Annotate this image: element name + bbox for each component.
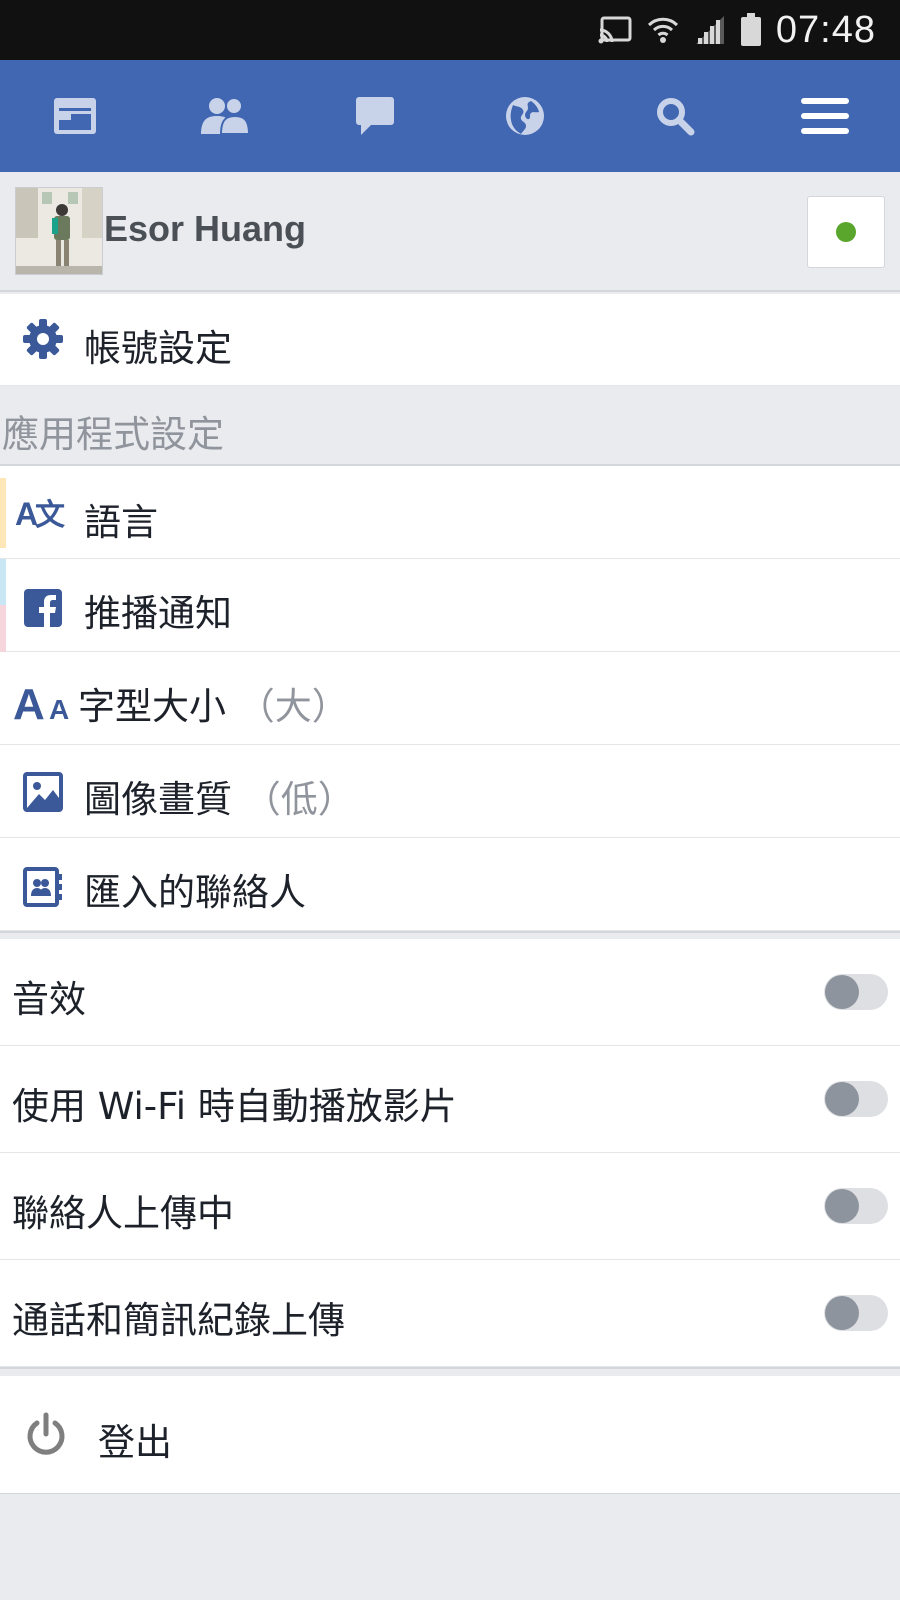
imported-contacts-item[interactable]: 匯入的聯絡人 (0, 838, 900, 931)
image-icon (14, 763, 72, 821)
accent-strip (0, 478, 6, 548)
push-notifications-label: 推播通知 (84, 592, 232, 635)
clock: 07:48 (775, 8, 876, 51)
autoplay-videos-toggle[interactable] (824, 1081, 888, 1117)
contacts-upload-toggle[interactable] (824, 1188, 888, 1224)
call-sms-upload-label: 通話和簡訊紀錄上傳 (12, 1299, 345, 1342)
font-size-label: 字型大小 （大） (78, 676, 349, 730)
sound-effects-row: 音效 (0, 939, 900, 1046)
notifications-tab[interactable] (450, 60, 600, 172)
image-quality-value: （低） (243, 778, 355, 821)
autoplay-videos-row: 使用 Wi-Fi 時自動播放影片 (0, 1046, 900, 1153)
font-size-icon: A A (12, 672, 78, 730)
app-settings-header-label: 應用程式設定 (2, 413, 224, 456)
account-settings-label: 帳號設定 (84, 327, 232, 370)
online-status-dot (836, 222, 856, 242)
sound-effects-label: 音效 (12, 978, 86, 1021)
toggle-knob (825, 975, 859, 1009)
messages-tab[interactable] (300, 60, 450, 172)
image-quality-label-text: 圖像畫質 (84, 778, 232, 821)
search-tab[interactable] (600, 60, 750, 172)
cast-icon (598, 16, 632, 44)
status-bar: 07:48 (0, 0, 900, 60)
news-feed-icon (54, 98, 96, 134)
contacts-upload-label: 聯絡人上傳中 (12, 1192, 234, 1235)
online-status-button[interactable] (807, 196, 885, 268)
logout-label: 登出 (98, 1421, 172, 1464)
news-feed-tab[interactable] (0, 60, 150, 172)
sound-effects-toggle[interactable] (824, 974, 888, 1010)
wifi-icon (646, 14, 680, 46)
menu-icon (801, 98, 849, 134)
language-label: 語言 (84, 501, 158, 544)
translate-icon: A 文 (14, 483, 72, 541)
app-settings-header: 應用程式設定 (0, 386, 900, 466)
profile-name[interactable]: Esor Huang (104, 208, 306, 250)
font-size-label-text: 字型大小 (78, 685, 226, 728)
toggle-knob (825, 1296, 859, 1330)
account-settings-item[interactable]: 帳號設定 (0, 294, 900, 386)
call-sms-upload-row: 通話和簡訊紀錄上傳 (0, 1260, 900, 1367)
friends-icon (201, 97, 251, 135)
battery-icon (740, 13, 762, 47)
notifications-globe-icon (506, 97, 544, 135)
signal-icon (694, 14, 726, 46)
imported-contacts-label: 匯入的聯絡人 (84, 871, 306, 914)
top-navigation-bar (0, 60, 900, 172)
gear-icon (14, 310, 72, 368)
font-size-item[interactable]: A A 字型大小 （大） (0, 652, 900, 745)
toggle-knob (825, 1082, 859, 1116)
contacts-upload-row: 聯絡人上傳中 (0, 1153, 900, 1260)
svg-text:A: A (49, 694, 69, 723)
avatar[interactable] (15, 187, 103, 275)
call-sms-upload-toggle[interactable] (824, 1295, 888, 1331)
svg-text:文: 文 (35, 498, 65, 532)
friends-tab[interactable] (150, 60, 300, 172)
logout-item[interactable]: 登出 (0, 1376, 900, 1494)
search-icon (657, 98, 695, 136)
contacts-icon (14, 858, 72, 916)
messages-icon (356, 97, 394, 135)
toggle-knob (825, 1189, 859, 1223)
autoplay-videos-label: 使用 Wi-Fi 時自動播放影片 (12, 1085, 457, 1128)
divider (0, 1367, 900, 1376)
facebook-icon (14, 579, 72, 637)
accent-strip (0, 559, 6, 605)
divider (0, 931, 900, 939)
power-icon (24, 1412, 74, 1462)
menu-tab[interactable] (750, 60, 900, 172)
language-item[interactable]: A 文 語言 (0, 466, 900, 559)
image-quality-item[interactable]: 圖像畫質 （低） (0, 745, 900, 838)
profile-row[interactable]: Esor Huang (0, 172, 900, 292)
image-quality-label: 圖像畫質 （低） (84, 769, 355, 823)
font-size-value: （大） (237, 685, 349, 728)
push-notifications-item[interactable]: 推播通知 (0, 559, 900, 665)
svg-text:A: A (13, 680, 45, 723)
